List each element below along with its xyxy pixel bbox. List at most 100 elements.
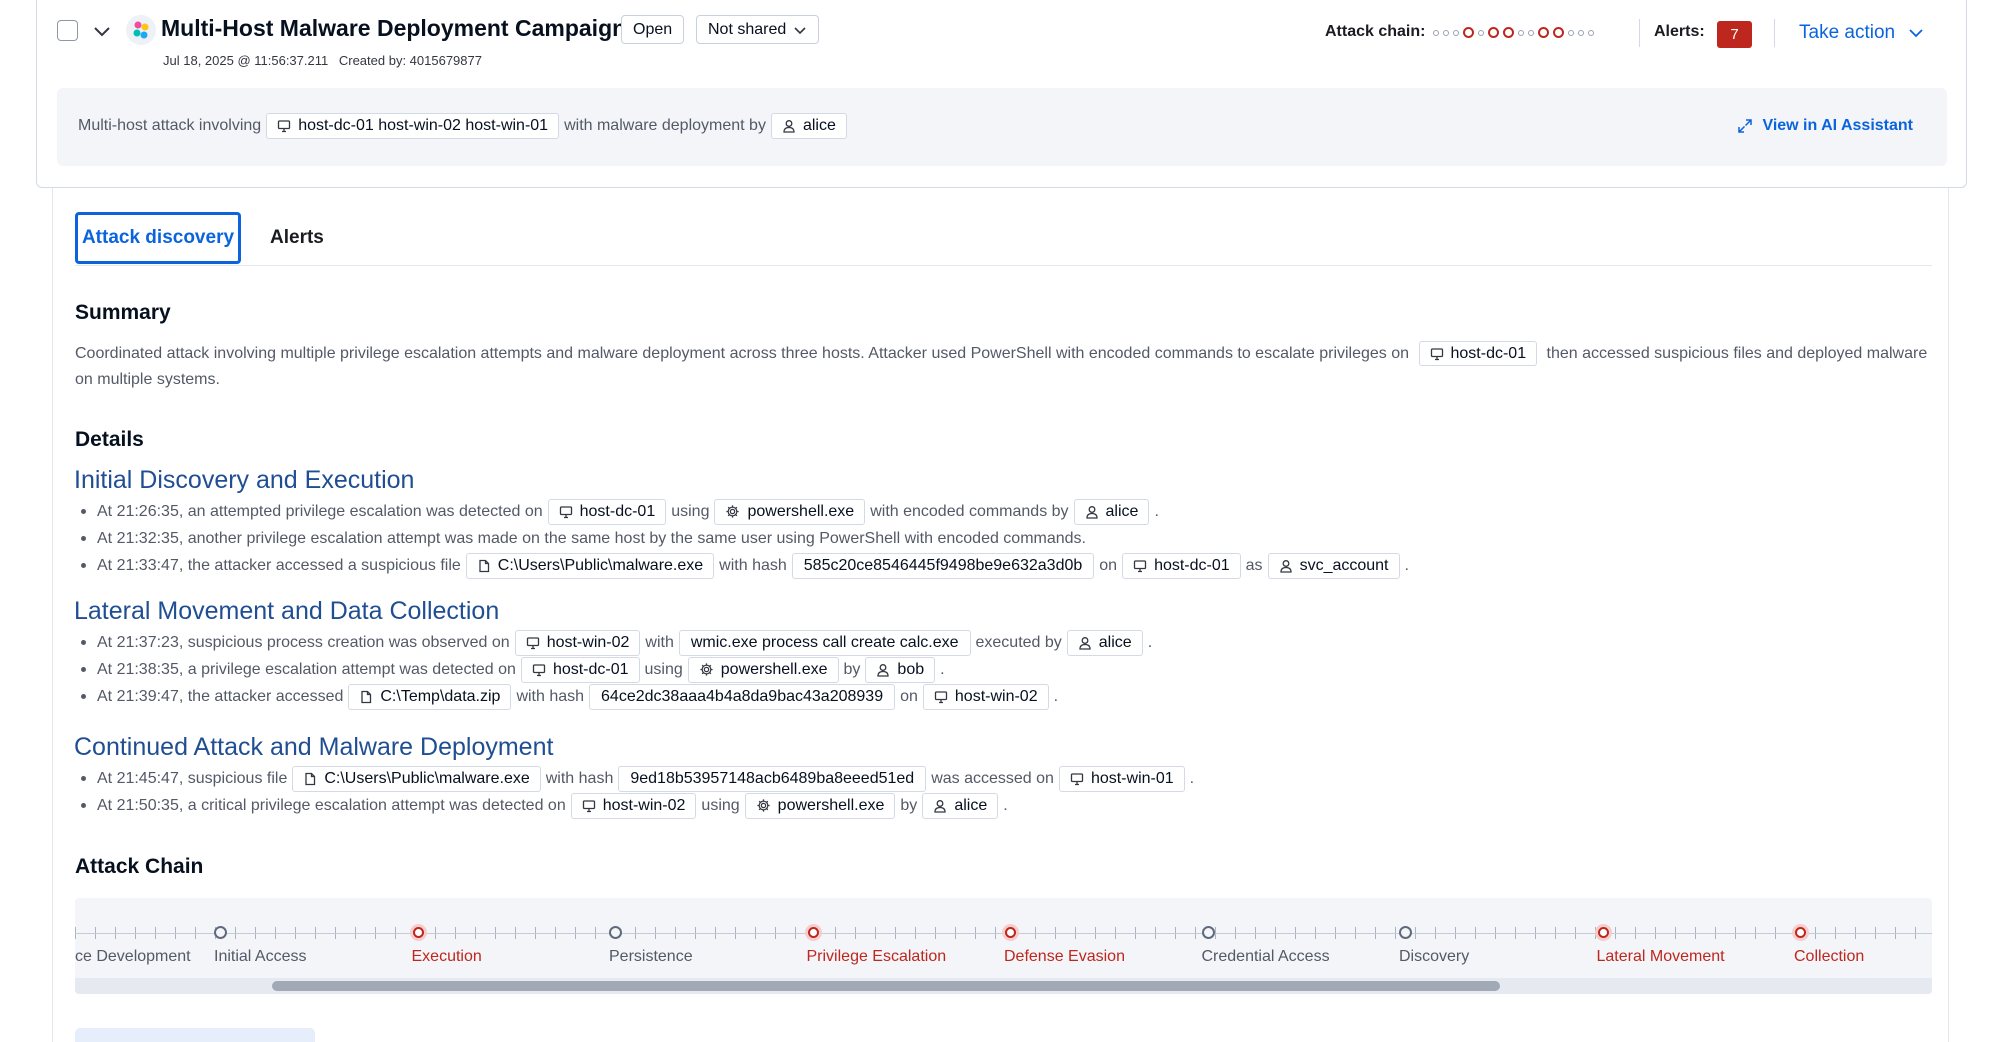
file-chip[interactable]: C:\Temp\data.zip <box>348 683 512 710</box>
status-button[interactable]: Open <box>621 15 685 44</box>
tab-divider <box>75 265 1932 266</box>
bullet-dot <box>81 803 86 808</box>
bullet-text: At 21:26:35, an attempted privilege esca… <box>97 502 543 520</box>
stage-hit-marker <box>1792 924 1809 941</box>
select-checkbox[interactable] <box>57 20 78 41</box>
take-action-button[interactable]: Take action <box>1799 22 1925 44</box>
hosts-chip[interactable]: host-dc-01 host-win-02 host-win-01 <box>266 113 560 139</box>
computer-icon <box>1430 348 1443 360</box>
chip-label: powershell.exe <box>720 660 828 678</box>
computer-icon <box>1070 772 1084 785</box>
scrollbar-thumb[interactable] <box>272 981 1500 991</box>
process-chip[interactable]: powershell.exe <box>714 498 866 525</box>
horizontal-scrollbar[interactable] <box>75 978 1932 994</box>
bullet-text: . <box>1147 633 1153 651</box>
alerts-label: Alerts: <box>1654 23 1705 40</box>
chip-label: powershell.exe <box>747 502 855 520</box>
user-icon <box>783 120 795 133</box>
chip-label: host-dc-01 <box>579 502 656 520</box>
bottom-action-button[interactable] <box>75 1028 315 1042</box>
bullet-text: with hash <box>719 556 787 574</box>
stage-label: Discovery <box>1399 948 1470 965</box>
chip-label: 585c20ce8546445f9498be9e632a3d0b <box>803 556 1083 574</box>
host-chip[interactable]: host-dc-01 <box>1418 341 1538 367</box>
stage-marker <box>1399 926 1412 939</box>
meta-line: Jul 18, 2025 @ 11:56:37.211 Created by: … <box>163 53 482 68</box>
host-chip[interactable]: host-dc-01 <box>520 656 640 683</box>
value-chip[interactable]: 585c20ce8546445f9498be9e632a3d0b <box>791 552 1095 579</box>
document-icon <box>305 772 316 785</box>
bullet-dot <box>81 776 86 781</box>
tab-alerts[interactable]: Alerts <box>267 212 327 264</box>
user-icon <box>1079 636 1091 650</box>
user-chip[interactable]: alice <box>1066 629 1143 656</box>
list-item: At 21:39:47, the attacker accessed C:\Tem… <box>75 683 1152 710</box>
bullet-text: . <box>1189 769 1195 787</box>
tabs: Attack discovery Alerts <box>75 212 327 264</box>
process-chip[interactable]: powershell.exe <box>687 656 839 683</box>
alerts-count-badge[interactable]: 7 <box>1717 21 1752 48</box>
user-chip-label: alice <box>802 117 836 134</box>
host-chip[interactable]: host-dc-01 <box>547 498 667 525</box>
section-title: Initial Discovery and Execution <box>74 466 415 494</box>
collapse-chevron-down-icon[interactable] <box>91 20 113 42</box>
tactic-dot <box>1518 29 1524 36</box>
bullet-text: executed by <box>975 633 1062 651</box>
file-chip[interactable]: C:\Users\Public\malware.exe <box>292 765 541 792</box>
stage-hit-marker <box>804 924 822 941</box>
user-chip[interactable]: bob <box>865 656 936 683</box>
bullet-text: At 21:32:35, another privilege escalatio… <box>97 529 1086 547</box>
stage-label: Credential Access <box>1201 948 1330 965</box>
user-chip[interactable]: alice <box>770 113 847 139</box>
bullet-list: At 21:45:47, suspicious file C:\Users\Pub… <box>75 765 1194 819</box>
list-item: At 21:38:35, a privilege escalation atte… <box>75 656 1152 683</box>
tactic-hit-dot <box>1553 27 1564 38</box>
summary-heading: Summary <box>75 301 171 324</box>
tactic-dot <box>1443 29 1449 36</box>
page-title: Multi-Host Malware Deployment Campaign <box>161 15 627 41</box>
details-heading: Details <box>75 428 144 451</box>
chip-label: alice <box>1105 502 1139 520</box>
user-chip[interactable]: alice <box>1073 498 1150 525</box>
list-item: At 21:45:47, suspicious file C:\Users\Pub… <box>75 765 1194 792</box>
chip-label: alice <box>954 796 988 814</box>
stage-label: Execution <box>411 948 482 965</box>
created-by: Created by: 4015679877 <box>338 53 482 68</box>
value-chip[interactable]: wmic.exe process call create calc.exe <box>678 629 971 656</box>
host-chip[interactable]: host-win-01 <box>1058 765 1185 792</box>
chip-label: 64ce2dc38aaa4b4a8da9bac43a208939 <box>601 687 884 705</box>
list-item: At 21:32:35, another privilege escalatio… <box>75 525 1409 552</box>
value-chip[interactable]: 9ed18b53957148acb6489ba8eeed51ed <box>618 765 927 792</box>
computer-icon <box>934 690 948 703</box>
computer-icon <box>532 663 546 676</box>
bullet-text: as <box>1245 556 1263 574</box>
gear-icon <box>757 799 770 812</box>
value-chip[interactable]: 64ce2dc38aaa4b4a8da9bac43a208939 <box>589 683 896 710</box>
user-icon <box>877 663 890 677</box>
tactic-hit-dot <box>1488 27 1499 38</box>
bullet-dot <box>81 667 86 672</box>
ai-link-label: View in AI Assistant <box>1762 117 1913 134</box>
user-chip[interactable]: alice <box>922 792 999 819</box>
stage-hit-marker <box>1002 924 1019 941</box>
host-chip[interactable]: host-dc-01 <box>1122 552 1241 579</box>
host-chip[interactable]: host-win-02 <box>922 683 1049 710</box>
bullet-text: by <box>843 660 861 678</box>
list-item: At 21:37:23, suspicious process creation… <box>75 629 1152 656</box>
host-chip[interactable]: host-win-02 <box>570 792 697 819</box>
file-chip[interactable]: C:\Users\Public\malware.exe <box>465 552 715 579</box>
sharing-dropdown[interactable]: Not shared <box>696 15 820 44</box>
bullet-dot <box>81 694 86 699</box>
tactic-hit-dot <box>1463 27 1474 38</box>
bullet-text: . <box>1154 502 1159 520</box>
user-chip[interactable]: svc_account <box>1267 552 1400 579</box>
chip-label: bob <box>897 660 925 678</box>
view-in-ai-assistant-link[interactable]: View in AI Assistant <box>1737 117 1913 135</box>
process-chip[interactable]: powershell.exe <box>744 792 896 819</box>
tactic-dot <box>1433 29 1439 36</box>
chip-label: svc_account <box>1299 556 1389 574</box>
user-icon <box>1085 505 1098 519</box>
tab-attack-discovery[interactable]: Attack discovery <box>75 212 241 264</box>
bullet-text: using <box>671 502 710 520</box>
host-chip[interactable]: host-win-02 <box>514 629 641 656</box>
